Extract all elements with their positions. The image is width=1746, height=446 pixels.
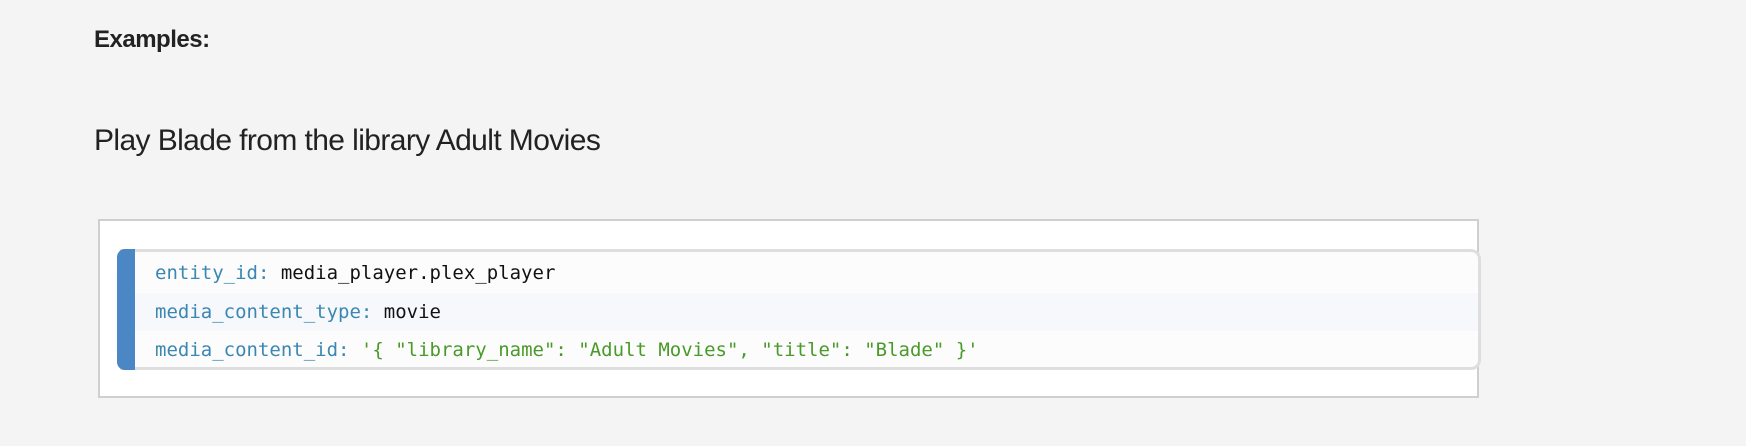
code-line: media_content_type: movie: [120, 292, 1478, 331]
code-key: media_content_id: [155, 339, 339, 361]
example-description: Play Blade from the library Adult Movies: [94, 124, 601, 157]
code-value: movie: [383, 300, 441, 323]
code-line: media_content_id: '{ "library_name": "Ad…: [120, 331, 1478, 370]
code-separator: :: [257, 262, 281, 284]
code-accent-bar: [117, 249, 135, 370]
code-key: entity_id: [155, 262, 258, 284]
code-separator: :: [338, 339, 361, 361]
code-separator: :: [360, 300, 384, 323]
code-key: media_content_type: [155, 300, 361, 323]
code-example-container: entity_id: media_player.plex_player medi…: [98, 219, 1481, 398]
code-value: media_player.plex_player: [280, 262, 556, 284]
code-string-value: '{ "library_name": "Adult Movies", "titl…: [360, 339, 979, 361]
code-line: entity_id: media_player.plex_player: [120, 254, 1478, 293]
examples-heading: Examples:: [94, 26, 210, 53]
code-block[interactable]: entity_id: media_player.plex_player medi…: [117, 249, 1481, 370]
